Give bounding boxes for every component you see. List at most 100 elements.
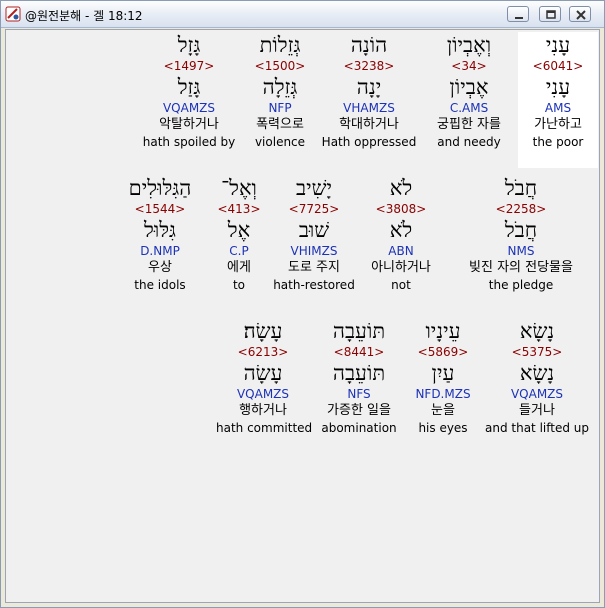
hebrew-word: לֹא	[389, 176, 413, 200]
app-icon	[5, 6, 21, 22]
strong-number[interactable]: <2258>	[451, 201, 591, 217]
window-title: @원전분해 - 겔 18:12	[25, 9, 143, 23]
close-icon	[576, 10, 586, 20]
parsing-code: VHAMZS	[343, 101, 395, 115]
hebrew-word: הוֹנָה	[350, 33, 388, 57]
hebrew-lemma: עָשָׂה	[243, 361, 283, 385]
word-cell[interactable]: עֵינָיו <5869> עַיִן NFD.MZS 눈을 his eyes	[408, 318, 478, 436]
word-cell[interactable]: גָּזָל <1497> גָּזַל VQAMZS 악탈하거나 hath s…	[137, 32, 241, 150]
hebrew-lemma: גָּזַל	[177, 75, 201, 99]
english-gloss: violence	[254, 135, 306, 149]
hebrew-lemma: שׁוּב	[298, 218, 330, 242]
english-gloss: and needy	[437, 135, 501, 149]
word-cell[interactable]: לֹא <3808> לֹא ABN 아니하거나 not	[361, 175, 441, 293]
strong-number[interactable]: <7725>	[269, 201, 359, 217]
korean-gloss: 눈을	[431, 403, 455, 418]
hebrew-lemma: יָנָה	[356, 75, 382, 99]
title-bar[interactable]: @원전분해 - 겔 18:12	[1, 1, 604, 28]
strong-number[interactable]: <5869>	[408, 344, 478, 360]
word-cell[interactable]: וְאֶבְיוֹן <34> אֶבְיוֹן C.AMS 궁핍한 자를 an…	[419, 32, 519, 150]
english-gloss: not	[391, 278, 411, 292]
strong-number[interactable]: <6041>	[518, 58, 598, 74]
english-gloss: hath committed	[216, 421, 313, 435]
hebrew-lemma: לֹא	[389, 218, 413, 242]
word-cell[interactable]: יָשִׁיב <7725> שׁוּב VHIMZS 도로 주지 hath-r…	[269, 175, 359, 293]
hebrew-lemma: אֶל	[227, 218, 251, 242]
english-gloss: Hath oppressed	[321, 135, 417, 149]
english-gloss: the pledge	[488, 278, 554, 292]
korean-gloss: 아니하거나	[371, 260, 431, 275]
app-window: @원전분해 - 겔 18:12 עָנִי <6041> עָנִי AMS 가…	[0, 0, 605, 608]
parsing-code: AMS	[544, 101, 572, 115]
korean-gloss: 우상	[148, 260, 172, 275]
hebrew-lemma: גִּלּוּל	[144, 218, 176, 242]
word-cell[interactable]: נָשָׂא <5375> נָשָׂא VQAMZS 들거나 and that…	[480, 318, 594, 436]
strong-number[interactable]: <1497>	[137, 58, 241, 74]
hebrew-word: נָשָׂא	[519, 319, 555, 343]
close-button[interactable]	[569, 6, 591, 22]
english-gloss: his eyes	[418, 421, 468, 435]
word-cell[interactable]: הוֹנָה <3238> יָנָה VHAMZS 학대하거나 Hath op…	[319, 32, 419, 150]
parsing-code: VQAMZS	[162, 101, 216, 115]
korean-gloss: 악탈하거나	[159, 117, 219, 132]
strong-number[interactable]: <3238>	[319, 58, 419, 74]
hebrew-lemma: עָנִי	[545, 75, 571, 99]
word-cell[interactable]: הַגִּלּוּלִים <1544> גִּלּוּל D.NMP 우상 t…	[110, 175, 210, 293]
english-gloss: abomination	[321, 421, 397, 435]
parsing-code: VQAMZS	[510, 387, 564, 401]
strong-number[interactable]: <1500>	[240, 58, 320, 74]
korean-gloss: 학대하거나	[339, 117, 399, 132]
parsing-code: C.P	[229, 244, 249, 258]
hebrew-word: וְאֶל־	[221, 176, 257, 200]
strong-number[interactable]: <34>	[419, 58, 519, 74]
hebrew-lemma: גְּזֵלָה	[262, 75, 298, 99]
korean-gloss: 에게	[227, 260, 251, 275]
strong-number[interactable]: <3808>	[361, 201, 441, 217]
word-cell[interactable]: עָנִי <6041> עָנִי AMS 가난하고 the poor	[518, 32, 598, 168]
maximize-button[interactable]	[539, 6, 561, 22]
strong-number[interactable]: <1544>	[110, 201, 210, 217]
korean-gloss: 들거나	[519, 403, 555, 418]
parsing-code: NFP	[268, 101, 292, 115]
word-cell[interactable]: גְּזֵלוֹת <1500> גְּזֵלָה NFP 폭력으로 viole…	[240, 32, 320, 150]
korean-gloss: 폭력으로	[256, 117, 304, 132]
english-gloss: the idols	[134, 278, 186, 292]
hebrew-word: וְאֶבְיוֹן	[446, 33, 492, 57]
korean-gloss: 가증한 일을	[327, 403, 391, 418]
hebrew-lemma: עַיִן	[431, 361, 455, 385]
hebrew-word: עֵינָיו	[425, 319, 461, 343]
hebrew-word: עָשָׂה׃	[243, 319, 283, 343]
word-cell[interactable]: תּוֹעֵבָה <8441> תּוֹעֵבָה NFS 가증한 일을 ab…	[312, 318, 406, 436]
parsing-code: NFD.MZS	[415, 387, 471, 401]
verse-analysis-panel: עָנִי <6041> עָנִי AMS 가난하고 the poor וְא…	[5, 29, 600, 603]
parsing-code: VQAMZS	[236, 387, 290, 401]
parsing-code: VHIMZS	[290, 244, 338, 258]
english-gloss: and that lifted up	[485, 421, 589, 435]
english-gloss: hath spoiled by	[142, 135, 236, 149]
word-cell[interactable]: חֲבֹל <2258> חֲבֹל NMS 빚진 자의 전당물을 the pl…	[451, 175, 591, 293]
hebrew-lemma: אֶבְיוֹן	[449, 75, 489, 99]
strong-number[interactable]: <6213>	[216, 344, 310, 360]
hebrew-word: תּוֹעֵבָה	[332, 319, 386, 343]
korean-gloss: 도로 주지	[288, 260, 340, 275]
hebrew-word: גְּזֵלוֹת	[259, 33, 301, 57]
word-cell[interactable]: וְאֶל־ <413> אֶל C.P 에게 to	[211, 175, 267, 293]
strong-number[interactable]: <5375>	[480, 344, 594, 360]
english-gloss: the poor	[532, 135, 584, 149]
hebrew-word: הַגִּלּוּלִים	[128, 176, 192, 200]
strong-number[interactable]: <8441>	[312, 344, 406, 360]
hebrew-word: גָּזָל	[177, 33, 201, 57]
hebrew-lemma: נָשָׂא	[519, 361, 555, 385]
hebrew-lemma: תּוֹעֵבָה	[332, 361, 386, 385]
strong-number[interactable]: <413>	[211, 201, 267, 217]
korean-gloss: 궁핍한 자를	[437, 117, 501, 132]
maximize-icon	[546, 10, 556, 19]
korean-gloss: 행하거나	[239, 403, 287, 418]
hebrew-word: חֲבֹל	[504, 176, 538, 200]
parsing-code: D.NMP	[140, 244, 180, 258]
word-cell[interactable]: עָשָׂה׃ <6213> עָשָׂה VQAMZS 행하거나 hath c…	[216, 318, 313, 436]
parsing-code: NFS	[347, 387, 371, 401]
minimize-button[interactable]	[507, 6, 529, 22]
parsing-code: C.AMS	[449, 101, 489, 115]
korean-gloss: 빚진 자의 전당물을	[469, 260, 573, 275]
